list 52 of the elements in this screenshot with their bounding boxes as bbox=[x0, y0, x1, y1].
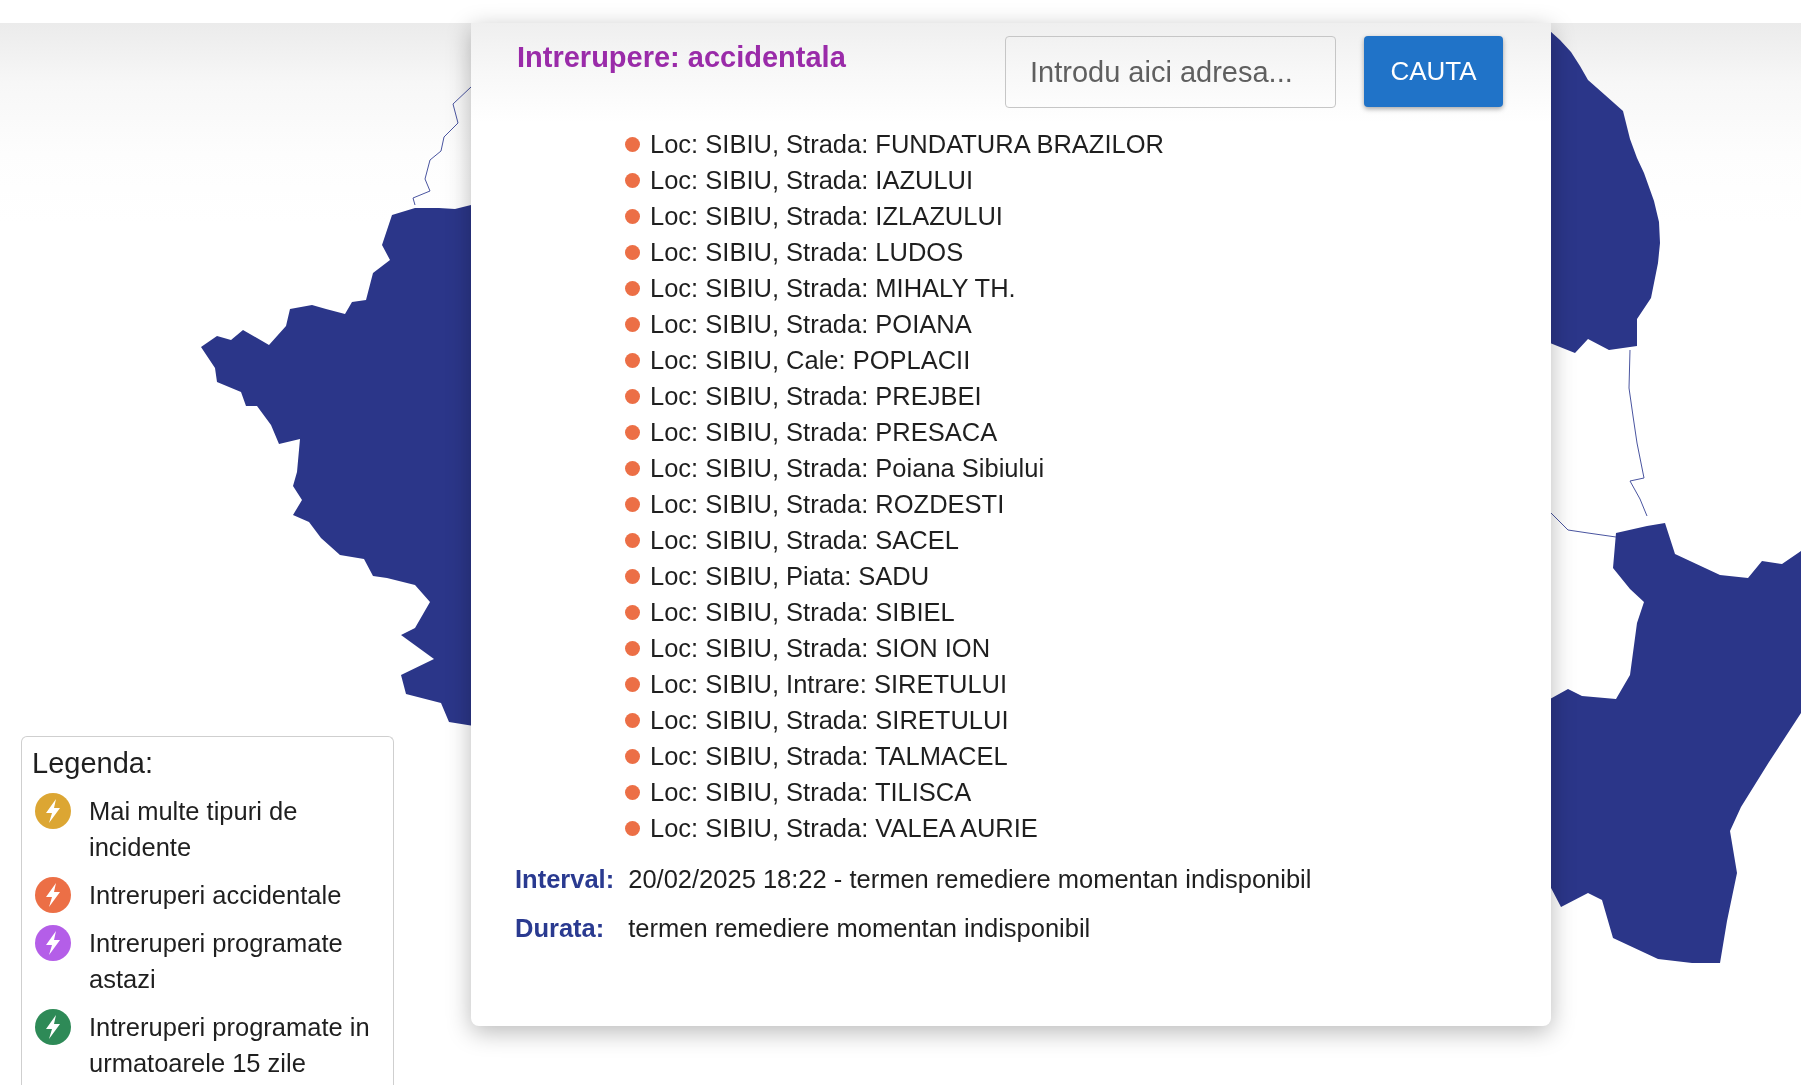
dot-icon bbox=[625, 460, 640, 476]
location-text: Loc: SIBIU, Piata: SADU bbox=[650, 561, 930, 592]
location-text: Loc: SIBIU, Strada: SACEL bbox=[650, 525, 959, 556]
dot-icon bbox=[625, 676, 640, 692]
dot-icon bbox=[625, 388, 640, 404]
dot-icon bbox=[625, 316, 640, 332]
location-text: Loc: SIBIU, Strada: PREJBEI bbox=[650, 381, 982, 412]
dot-icon bbox=[625, 352, 640, 368]
location-text: Loc: SIBIU, Strada: SIBIEL bbox=[650, 597, 955, 628]
location-text: Loc: SIBIU, Strada: ROZDESTI bbox=[650, 489, 1005, 520]
dot-icon bbox=[625, 532, 640, 548]
dot-icon bbox=[625, 604, 640, 620]
legend-label: Intreruperi programate astazi bbox=[89, 928, 344, 995]
location-text: Loc: SIBIU, Strada: SION ION bbox=[650, 633, 991, 664]
location-text: Loc: SIBIU, Strada: TALMACEL bbox=[650, 741, 1008, 772]
dot-icon bbox=[625, 784, 640, 800]
dot-icon bbox=[625, 712, 640, 728]
legend-label: Intreruperi accidentale bbox=[89, 880, 343, 911]
dot-icon bbox=[625, 820, 640, 836]
search-button[interactable]: CAUTA bbox=[1364, 36, 1503, 107]
detail-value: termen remediere momentan indisponibil bbox=[628, 913, 1092, 944]
dot-icon bbox=[625, 280, 640, 296]
location-text: Loc: SIBIU, Strada: TILISCA bbox=[650, 777, 972, 808]
dot-icon bbox=[625, 424, 640, 440]
location-text: Loc: SIBIU, Strada: MIHALY TH. bbox=[650, 273, 1016, 304]
dot-icon bbox=[625, 496, 640, 512]
location-text: Loc: SIBIU, Strada: POIANA bbox=[650, 309, 972, 340]
legend-title: Legenda: bbox=[32, 747, 154, 779]
location-text: Loc: SIBIU, Cale: POPLACII bbox=[650, 345, 971, 376]
location-text: Loc: SIBIU, Strada: LUDOS bbox=[650, 237, 964, 268]
dot-icon bbox=[625, 244, 640, 260]
dot-icon bbox=[625, 568, 640, 584]
legend-label: Mai multe tipuri de incidente bbox=[89, 796, 299, 863]
popup-title: Intrerupere: accidentala bbox=[517, 40, 847, 74]
detail-label: Durata: bbox=[515, 913, 606, 944]
dot-icon bbox=[625, 640, 640, 656]
detail-label: Interval: bbox=[515, 864, 615, 895]
dot-icon bbox=[625, 748, 640, 764]
dot-icon bbox=[625, 208, 640, 224]
location-text: Loc: SIBIU, Strada: Poiana Sibiului bbox=[650, 453, 1045, 484]
location-text: Loc: SIBIU, Strada: SIRETULUI bbox=[650, 705, 1009, 736]
location-text: Loc: SIBIU, Strada: PRESACA bbox=[650, 417, 998, 448]
location-text: Loc: SIBIU, Strada: VALEA AURIE bbox=[650, 813, 1038, 844]
detail-value: 20/02/2025 18:22 - termen remediere momentan indisponibil bbox=[628, 864, 1313, 895]
search-field[interactable]: Introdu aici adresa... bbox=[1005, 36, 1336, 108]
location-text: Loc: SIBIU, Intrare: SIRETULUI bbox=[650, 669, 1008, 700]
legend-label: Intreruperi programate in urmatoarele 15 zile bbox=[89, 1012, 371, 1079]
location-text: Loc: SIBIU, Strada: FUNDATURA BRAZILOR bbox=[650, 129, 1164, 160]
dot-icon bbox=[625, 136, 640, 152]
location-text: Loc: SIBIU, Strada: IZLAZULUI bbox=[650, 201, 1003, 232]
location-text: Loc: SIBIU, Strada: IAZULUI bbox=[650, 165, 974, 196]
dot-icon bbox=[625, 172, 640, 188]
